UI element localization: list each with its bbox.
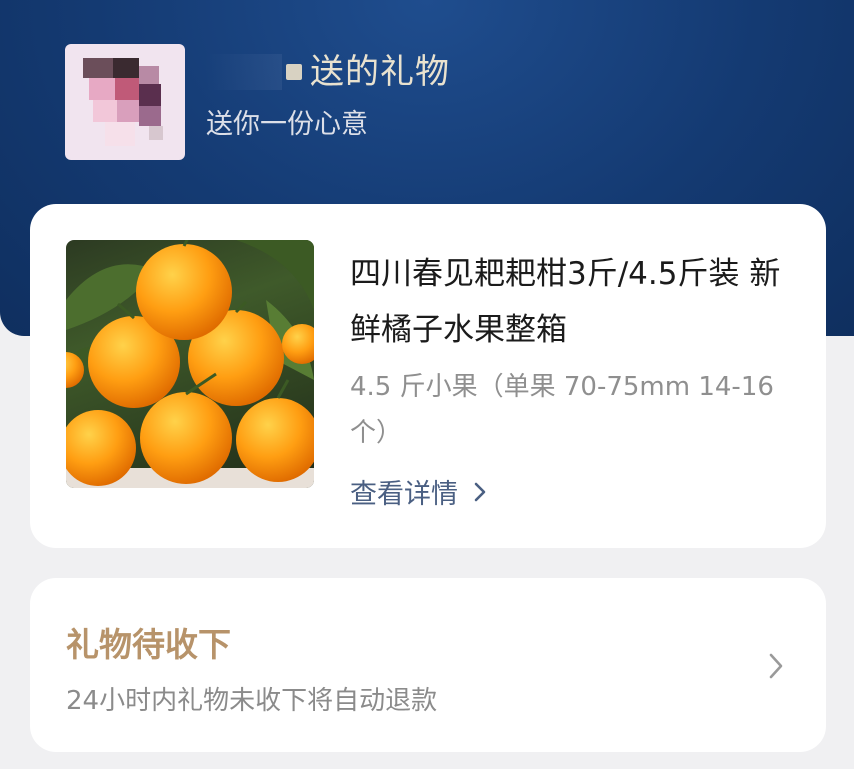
gift-card[interactable]: 四川春见耙耙柑3斤/4.5斤装 新鲜橘子水果整箱 4.5 斤小果（单果 70-7…: [30, 204, 826, 548]
chevron-right-icon[interactable]: [766, 650, 786, 682]
product-image[interactable]: [66, 240, 314, 488]
gift-status-description: 24小时内礼物未收下将自动退款: [66, 686, 438, 716]
product-title[interactable]: 四川春见耙耙柑3斤/4.5斤装 新鲜橘子水果整箱: [350, 246, 800, 358]
masked-sender-name: [206, 54, 282, 90]
view-details-link[interactable]: 查看详情: [350, 472, 490, 511]
gift-status-title: 礼物待收下: [66, 625, 231, 664]
view-details-label: 查看详情: [350, 479, 458, 510]
sender-title-text: 送的礼物: [310, 52, 450, 92]
sender-avatar[interactable]: [65, 44, 185, 160]
chevron-right-icon: [474, 482, 486, 501]
product-spec: 4.5 斤小果（单果 70-75mm 14-16个）: [350, 372, 774, 448]
gift-sender-title: 送的礼物: [206, 46, 450, 98]
mask-dot: [286, 64, 302, 80]
sender-subtitle: 送你一份心意: [206, 109, 368, 140]
sender-info: 送的礼物 送你一份心意: [206, 46, 450, 141]
orange-fruit-icon: [66, 240, 314, 488]
gift-status-card[interactable]: 礼物待收下 24小时内礼物未收下将自动退款: [30, 578, 826, 752]
